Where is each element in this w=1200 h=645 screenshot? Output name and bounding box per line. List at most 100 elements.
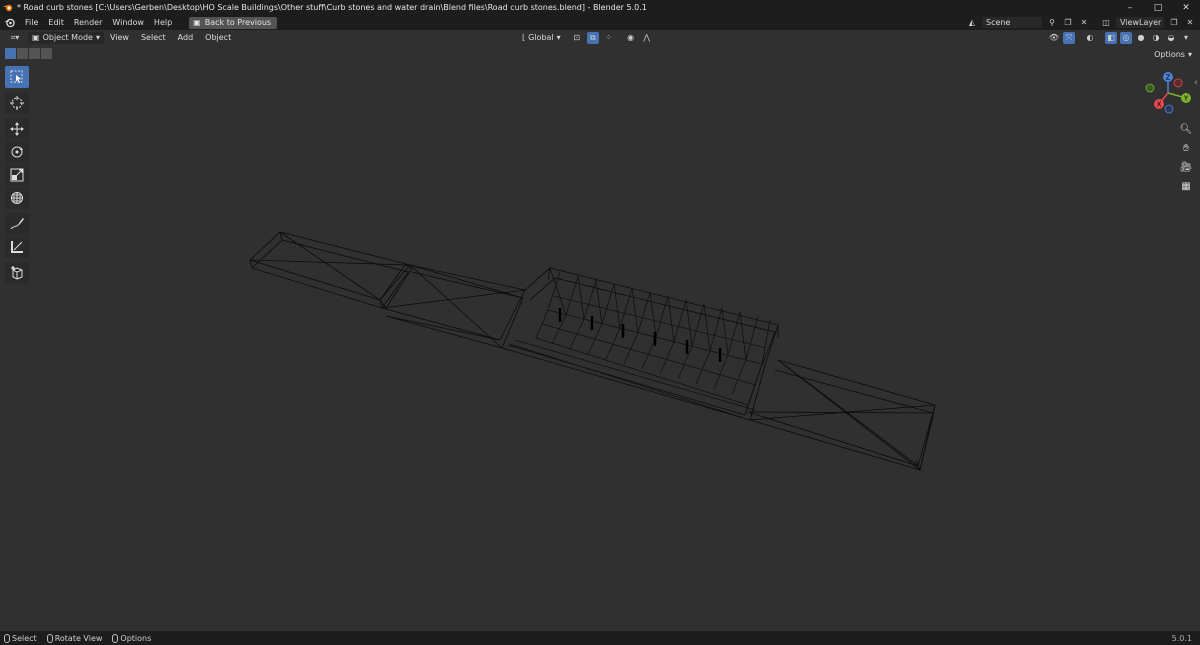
viewport-menu-select[interactable]: Select xyxy=(135,33,172,42)
rotate-tool[interactable] xyxy=(5,141,29,163)
menu-window[interactable]: Window xyxy=(107,18,149,27)
add-cube-icon xyxy=(11,266,23,280)
gizmo-y-label: Y xyxy=(1183,95,1189,103)
viewport-menu-view[interactable]: View xyxy=(104,33,135,42)
snap-target-icon[interactable]: ⁘ xyxy=(603,32,615,44)
menu-file[interactable]: File xyxy=(20,18,43,27)
viewport-menu-object[interactable]: Object xyxy=(199,33,237,42)
measure-icon xyxy=(11,241,23,253)
select-box-tool[interactable] xyxy=(5,66,29,88)
transform-icon xyxy=(11,192,23,204)
gizmo-z-label: Z xyxy=(1166,74,1171,82)
status-rotate-label: Rotate View xyxy=(54,633,103,643)
version-label: 5.0.1 xyxy=(1171,633,1192,643)
falloff-icon[interactable]: ⋀ xyxy=(641,32,653,44)
move-tool[interactable] xyxy=(5,118,29,140)
select-extend-icon[interactable] xyxy=(17,48,28,59)
proportional-editing-icon[interactable]: ◉ xyxy=(625,32,637,44)
select-new-icon[interactable] xyxy=(5,48,16,59)
select-subtract-icon[interactable] xyxy=(29,48,40,59)
maximize-button[interactable]: □ xyxy=(1144,0,1172,15)
options-dropdown[interactable]: Options ▾ xyxy=(1150,48,1196,60)
cursor-icon xyxy=(10,96,24,110)
rotate-icon xyxy=(11,146,23,158)
solid-shading-icon[interactable]: ● xyxy=(1135,32,1147,44)
transform-orientation-dropdown[interactable]: ⌊ Global ▾ xyxy=(522,33,561,42)
new-scene-icon[interactable]: ❐ xyxy=(1062,17,1074,29)
gizmo-neg-y[interactable] xyxy=(1145,83,1155,93)
shading-options-icon[interactable]: ▾ xyxy=(1180,32,1192,44)
navigation-gizmo[interactable]: Z Y X xyxy=(1140,68,1196,118)
object-mode-label: Object Mode xyxy=(42,33,93,42)
new-view-layer-icon[interactable]: ❐ xyxy=(1168,17,1180,29)
status-select-label: Select xyxy=(12,633,37,643)
mouse-right-icon xyxy=(112,633,119,643)
delete-view-layer-icon[interactable]: ✕ xyxy=(1184,17,1196,29)
orientation-icon: ⌊ xyxy=(522,33,526,42)
viewport-header: ⌗▾ ▣ Object Mode ▾ View Select Add Objec… xyxy=(0,30,1200,45)
mouse-left-icon xyxy=(4,633,10,643)
mouse-middle-icon xyxy=(46,633,53,643)
view-layer-selector[interactable]: ViewLayer xyxy=(1116,17,1164,28)
delete-scene-icon[interactable]: ✕ xyxy=(1078,17,1090,29)
window-title: * Road curb stones [C:\Users\Gerben\Desk… xyxy=(17,3,647,12)
pan-hand-icon[interactable]: ✋︎ xyxy=(1177,139,1195,157)
visibility-icon[interactable]: 👁 xyxy=(1048,32,1060,44)
close-button[interactable]: ✕ xyxy=(1172,0,1200,15)
top-menu-bar: File Edit Render Window Help ▣ Back to P… xyxy=(0,15,1200,30)
blender-logo-icon[interactable] xyxy=(4,17,15,28)
menu-edit[interactable]: Edit xyxy=(43,18,69,27)
overlays-icon[interactable]: ◐ xyxy=(1084,32,1096,44)
navigation-buttons: 🔍︎ ✋︎ 🎥︎ ▦ xyxy=(1177,120,1195,196)
back-to-previous-button[interactable]: ▣ Back to Previous xyxy=(189,16,278,29)
perspective-grid-icon[interactable]: ▦ xyxy=(1177,177,1195,195)
xray-icon[interactable]: ◧ xyxy=(1105,31,1117,44)
chevron-down-icon: ▾ xyxy=(556,33,561,42)
status-select: Select xyxy=(4,633,37,643)
snap-icon[interactable]: ⧉ xyxy=(586,31,599,44)
status-rotate-view: Rotate View xyxy=(46,633,103,643)
scene-icon[interactable]: ◭ xyxy=(966,17,978,29)
screen-icon: ▣ xyxy=(193,18,201,27)
object-mode-dropdown[interactable]: ▣ Object Mode ▾ xyxy=(28,31,104,44)
select-box-icon xyxy=(10,70,23,83)
material-shading-icon[interactable]: ◑ xyxy=(1150,32,1162,44)
measure-tool[interactable] xyxy=(5,236,29,258)
gizmo-toggle-icon[interactable]: ⤧ xyxy=(1063,31,1075,44)
editor-type-icon[interactable]: ⌗▾ xyxy=(6,32,24,44)
scene-selector[interactable]: Scene xyxy=(982,17,1042,28)
gizmo-neg-z[interactable] xyxy=(1164,104,1174,114)
view-layer-icon[interactable]: ◫ xyxy=(1100,17,1112,29)
status-bar: Select Rotate View Options 5.0.1 xyxy=(0,631,1200,645)
pin-icon[interactable]: ⚲ xyxy=(1046,17,1058,29)
scale-tool[interactable] xyxy=(5,164,29,186)
annotate-icon xyxy=(10,218,24,230)
wireframe-mesh[interactable] xyxy=(230,220,960,490)
tool-shelf xyxy=(5,66,29,285)
pivot-point-icon[interactable]: ⊡ xyxy=(571,32,583,44)
minimize-button[interactable]: – xyxy=(1116,0,1144,15)
options-label: Options xyxy=(1154,49,1185,59)
gizmo-neg-x[interactable] xyxy=(1173,78,1183,88)
status-options-label: Options xyxy=(120,633,152,643)
status-options: Options xyxy=(112,633,152,643)
zoom-icon[interactable]: 🔍︎ xyxy=(1177,120,1195,138)
menu-render[interactable]: Render xyxy=(69,18,107,27)
cursor-tool[interactable] xyxy=(5,92,29,114)
add-cube-tool[interactable] xyxy=(5,262,29,284)
annotate-tool[interactable] xyxy=(5,213,29,235)
camera-view-icon[interactable]: 🎥︎ xyxy=(1177,158,1195,176)
select-invert-icon[interactable] xyxy=(41,48,52,59)
orientation-label: Global xyxy=(528,33,554,42)
viewport-menu-add[interactable]: Add xyxy=(172,33,200,42)
rendered-shading-icon[interactable]: ◒ xyxy=(1165,32,1177,44)
move-icon xyxy=(10,122,24,136)
chevron-down-icon: ▾ xyxy=(95,33,100,42)
scene-name: Scene xyxy=(986,18,1011,27)
chevron-left-icon[interactable]: ‹ xyxy=(1194,78,1198,88)
window-title-bar: * Road curb stones [C:\Users\Gerben\Desk… xyxy=(0,0,1200,15)
transform-tool[interactable] xyxy=(5,187,29,209)
wireframe-shading-icon[interactable]: ◎ xyxy=(1120,31,1132,44)
menu-help[interactable]: Help xyxy=(149,18,177,27)
scale-icon xyxy=(10,168,24,182)
